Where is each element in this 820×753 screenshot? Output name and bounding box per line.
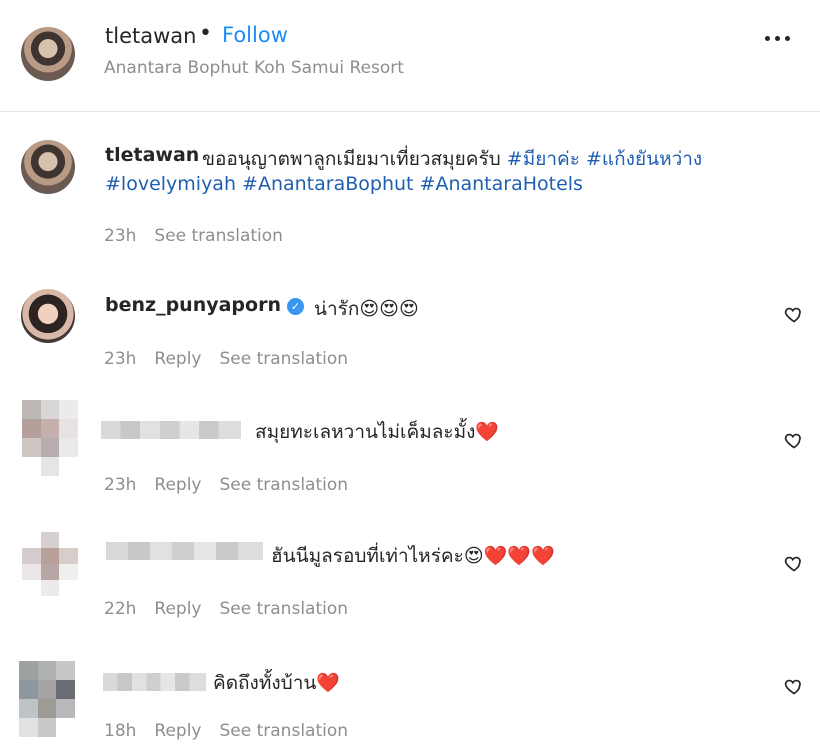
comment-time: 23h: [104, 475, 137, 495]
blurred-username: [106, 542, 263, 560]
comment-username[interactable]: benz_punyaporn ✓: [105, 294, 304, 316]
reply-button[interactable]: Reply: [154, 349, 201, 369]
heart-outline-icon[interactable]: [784, 430, 804, 450]
reply-button[interactable]: Reply: [154, 721, 201, 741]
owner-username[interactable]: tletawan: [105, 24, 196, 48]
caption-body: ขออนุญาตพาลูกเมียมาเที่ยวสมุยครับ: [202, 148, 501, 170]
owner-avatar[interactable]: [21, 27, 75, 81]
comment-meta: 22h Reply See translation: [104, 599, 348, 619]
comment-time: 22h: [104, 599, 137, 619]
follow-button[interactable]: Follow: [222, 23, 288, 47]
verified-badge-icon: ✓: [286, 298, 304, 315]
post-header: tletawan • Follow Anantara Bophut Koh Sa…: [0, 0, 820, 112]
reply-button[interactable]: Reply: [154, 599, 201, 619]
see-translation-link[interactable]: See translation: [154, 226, 283, 246]
location-link[interactable]: Anantara Bophut Koh Samui Resort: [104, 58, 404, 78]
caption-avatar[interactable]: [21, 140, 75, 194]
comment-text: น่ารัก😍😍😍: [314, 298, 419, 320]
hashtag[interactable]: #มียาค่ะ: [507, 148, 580, 170]
hashtag[interactable]: #แก้งยันหว่าง: [586, 148, 702, 170]
comment-text: สมุยทะเลหวานไม่เค็มละมั้ง❤️: [255, 421, 500, 443]
blurred-avatar: [22, 532, 78, 596]
blurred-avatar: [22, 400, 78, 476]
heart-outline-icon[interactable]: [784, 553, 804, 573]
caption-text: ขออนุญาตพาลูกเมียมาเที่ยวสมุยครับ #มียาค…: [202, 144, 702, 174]
see-translation-link[interactable]: See translation: [220, 349, 349, 369]
blurred-avatar: [19, 661, 75, 737]
see-translation-link[interactable]: See translation: [220, 475, 349, 495]
caption-username[interactable]: tletawan: [105, 144, 199, 166]
comment-meta: 18h Reply See translation: [104, 721, 348, 741]
reply-button[interactable]: Reply: [154, 475, 201, 495]
comment-text: คิดถึงทั้งบ้าน❤️: [213, 672, 341, 694]
comment-time: 23h: [104, 349, 137, 369]
blurred-username: [101, 421, 241, 439]
comment-meta: 23h Reply See translation: [104, 349, 348, 369]
separator-dot: •: [199, 21, 212, 46]
heart-outline-icon[interactable]: [784, 676, 804, 696]
comment-meta: 23h Reply See translation: [104, 475, 348, 495]
more-icon[interactable]: [765, 33, 799, 43]
heart-outline-icon[interactable]: [784, 304, 804, 324]
see-translation-link[interactable]: See translation: [220, 599, 349, 619]
comment-time: 18h: [104, 721, 137, 741]
blurred-username: [103, 673, 206, 691]
caption-hashtags[interactable]: #lovelymiyah #AnantaraBophut #AnantaraHo…: [105, 173, 583, 195]
caption-meta: 23h See translation: [104, 226, 283, 246]
comment-avatar[interactable]: [21, 289, 75, 343]
comment-text: ฮันนีมูลรอบที่เท่าไหร่คะ😍❤️❤️❤️: [271, 545, 555, 567]
see-translation-link[interactable]: See translation: [220, 721, 349, 741]
caption-time: 23h: [104, 226, 137, 246]
